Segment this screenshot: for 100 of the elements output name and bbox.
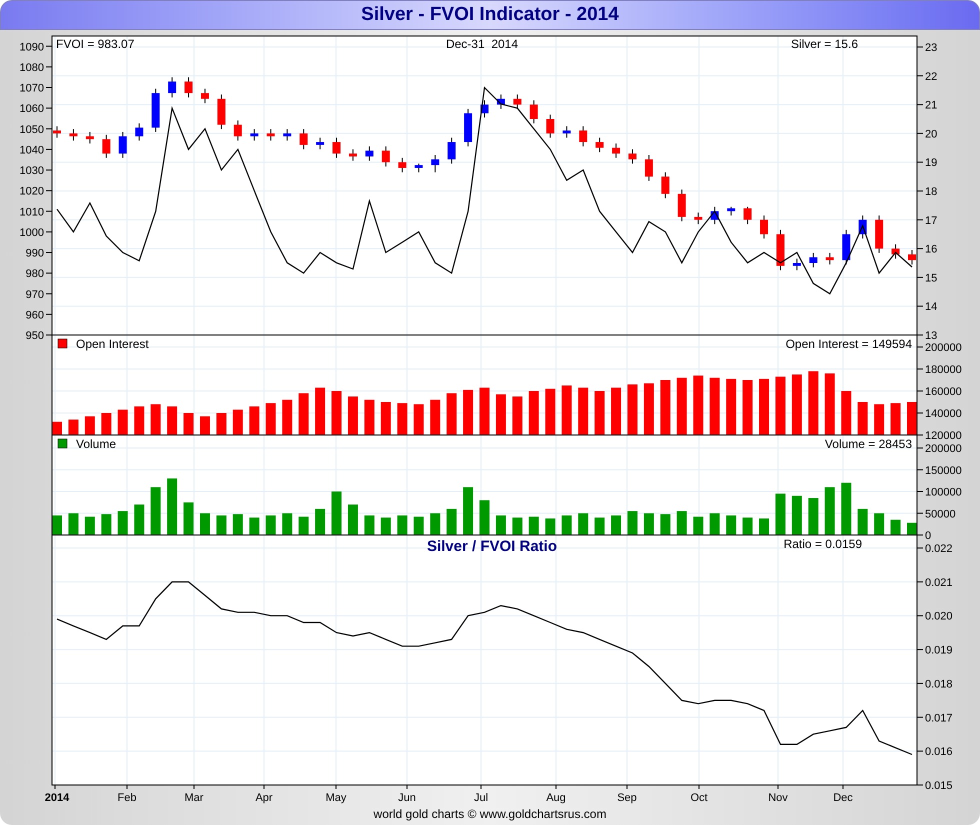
axis-label: 1040 (20, 144, 44, 156)
open-interest-bar (660, 380, 670, 435)
axis-label: 2014 (44, 792, 70, 804)
axis-label: 200000 (925, 443, 962, 455)
axis-label: 16 (925, 244, 938, 256)
volume-bar (480, 500, 490, 535)
candlestick (102, 134, 110, 158)
candlestick (842, 229, 850, 265)
legend-label: Volume (76, 437, 116, 451)
candlestick (776, 229, 784, 271)
axis-label: 22 (925, 70, 938, 83)
open-interest-bar (480, 388, 490, 435)
axis-label: 100000 (925, 486, 962, 498)
axis-label: 200000 (925, 342, 962, 354)
axis-label: Dec (833, 792, 853, 804)
volume-bar (627, 511, 638, 535)
axis-label: Mar (184, 792, 204, 804)
axis-label: 21 (925, 100, 938, 112)
axis-label: 120000 (925, 430, 962, 442)
axis-label: 20 (925, 128, 938, 140)
open-interest-bar (446, 393, 457, 435)
chart-date: Dec-31 2014 (446, 37, 518, 51)
axis-label: 17 (925, 214, 938, 227)
candlestick (118, 131, 127, 158)
candlestick (579, 126, 588, 147)
panel-reading: Volume = 28453 (824, 437, 912, 451)
volume-bar (562, 515, 572, 535)
candlestick (184, 76, 193, 98)
open-interest-bar (430, 400, 440, 435)
axis-label: 960 (26, 309, 44, 322)
volume-bar (594, 518, 605, 535)
candlestick (69, 128, 78, 142)
open-interest-bar (463, 390, 474, 435)
candlestick (398, 157, 406, 173)
candlestick (727, 206, 736, 216)
candlestick (710, 206, 719, 225)
candlestick (644, 154, 653, 182)
candlestick (234, 120, 242, 142)
open-interest-bar (611, 388, 622, 435)
volume-bar (463, 487, 474, 535)
volume-bar (874, 513, 884, 535)
candlestick (332, 137, 341, 158)
candlestick (86, 131, 94, 144)
volume-bar (184, 502, 194, 535)
candlestick (694, 212, 702, 225)
volume-bar (660, 514, 670, 535)
open-interest-bar (841, 391, 852, 435)
axis-label: Sep (617, 792, 637, 804)
volume-bar (167, 478, 178, 535)
candlestick (266, 128, 275, 142)
price-reading: Silver = 15.6 (790, 37, 858, 51)
open-interest-bar (858, 402, 868, 435)
axis-label: 0.015 (925, 780, 953, 792)
candlestick (858, 214, 867, 240)
axis-label: 1050 (20, 124, 44, 136)
candlestick (152, 88, 160, 132)
volume-bar (315, 508, 326, 535)
volume-bar (134, 504, 144, 535)
volume-bar (808, 498, 818, 535)
indicator-reading: FVOI = 983.07 (56, 37, 134, 51)
open-interest-bar (298, 393, 309, 435)
candlestick (431, 154, 440, 173)
axis-label: 50000 (925, 508, 956, 520)
axis-label: 150000 (925, 464, 962, 477)
candlestick (875, 214, 884, 254)
candlestick (480, 100, 488, 118)
open-interest-bar (808, 371, 818, 435)
volume-bar (759, 518, 770, 535)
axis-label: 1020 (20, 186, 44, 198)
axis-label: Apr (255, 792, 273, 804)
candlestick (316, 137, 324, 150)
open-interest-bar (380, 402, 391, 435)
axis-label: 1010 (20, 206, 44, 218)
axis-label: 0.022 (925, 543, 953, 555)
volume-bar (742, 518, 753, 535)
candlestick (300, 128, 308, 150)
chart-title: Silver / FVOI Ratio (426, 538, 558, 555)
candlestick (448, 137, 456, 164)
volume-bar (430, 513, 440, 535)
open-interest-bar (216, 413, 226, 435)
open-interest-bar (167, 406, 178, 435)
volume-bar (611, 515, 622, 535)
panel-reading: Open Interest = 149594 (786, 337, 912, 351)
candlestick (546, 114, 554, 138)
volume-bar (150, 487, 161, 535)
volume-bar (298, 516, 309, 535)
axis-label: 0.019 (925, 644, 953, 657)
volume-bar (676, 511, 687, 535)
open-interest-bar (332, 391, 342, 435)
open-interest-bar (528, 391, 539, 435)
volume-bar (578, 513, 588, 535)
axis-label: Jun (398, 792, 416, 804)
footer-credit: world gold charts © www.goldchartsrus.com (372, 806, 608, 823)
volume-bar (446, 508, 457, 535)
open-interest-bar (134, 406, 144, 435)
open-interest-bar (266, 403, 276, 435)
axis-label: 1000 (20, 226, 44, 239)
axis-label: 140000 (925, 408, 962, 420)
candlestick (283, 128, 292, 142)
candlestick (217, 94, 226, 130)
